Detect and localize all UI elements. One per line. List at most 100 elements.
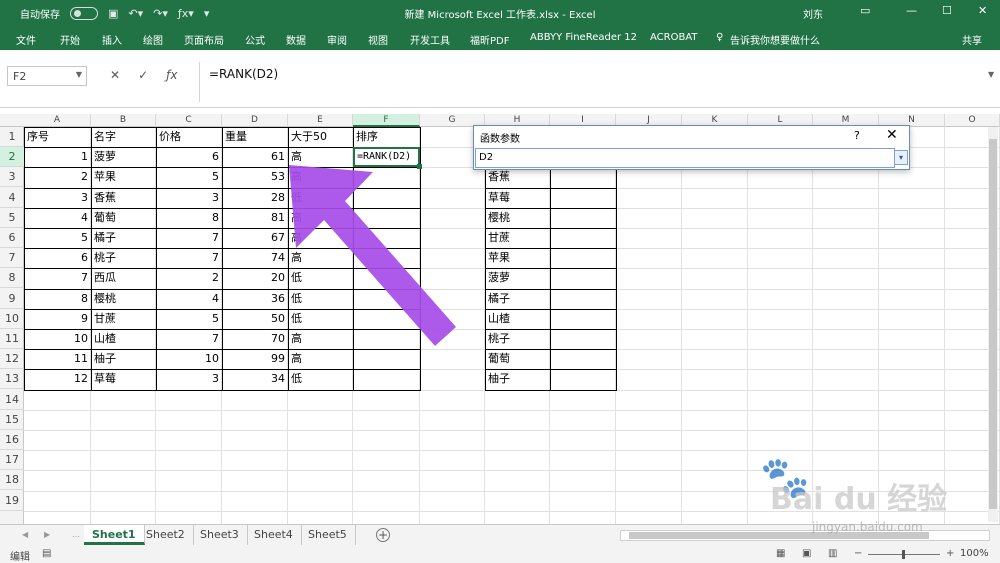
row-header-4[interactable]: 4 [0, 188, 24, 208]
table-cell[interactable]: 高 [288, 147, 353, 167]
table-cell[interactable]: 3 [24, 188, 91, 208]
side-list-item[interactable]: 甘蔗 [485, 228, 550, 248]
table-cell[interactable]: 5 [24, 228, 91, 248]
table-cell[interactable]: 高 [288, 167, 353, 187]
ribbon-display-icon[interactable]: ▭ [860, 4, 870, 17]
table-cell[interactable]: 99 [222, 349, 288, 369]
table-cell[interactable]: 7 [156, 228, 222, 248]
table-cell[interactable]: 36 [222, 289, 288, 309]
table-cell[interactable]: 葡萄 [91, 208, 156, 228]
table-header-cell[interactable]: 序号 [24, 127, 91, 147]
row-header-2[interactable]: 2 [0, 147, 24, 168]
sheet-tab-2[interactable]: Sheet2 [138, 525, 194, 545]
table-header-cell[interactable]: 排序 [353, 127, 420, 147]
tab-draw[interactable]: 绘图 [143, 32, 163, 47]
table-cell[interactable]: 桃子 [91, 248, 156, 268]
row-header-18[interactable]: 18 [0, 470, 24, 491]
tab-acrobat[interactable]: ACROBAT [650, 32, 698, 43]
table-cell[interactable]: 2 [156, 268, 222, 288]
table-cell[interactable]: 1 [24, 147, 91, 167]
tab-view[interactable]: 视图 [368, 32, 388, 47]
table-cell[interactable]: 70 [222, 329, 288, 349]
side-list-item[interactable]: 香蕉 [485, 167, 550, 187]
chevron-down-icon[interactable]: ▼ [76, 70, 82, 79]
close-icon[interactable]: ✕ [978, 4, 987, 17]
cancel-icon[interactable]: ✕ [110, 68, 120, 82]
table-cell[interactable]: 10 [156, 349, 222, 369]
row-header-19[interactable]: 19 [0, 491, 24, 511]
table-cell[interactable]: 10 [24, 329, 91, 349]
table-cell[interactable]: 低 [288, 309, 353, 329]
table-cell[interactable]: 20 [222, 268, 288, 288]
active-cell-f2[interactable]: =RANK(D2) [353, 147, 422, 169]
tab-developer[interactable]: 开发工具 [410, 32, 450, 47]
share-button[interactable]: 共享 [962, 32, 982, 47]
function-arguments-dialog[interactable]: 函数参数 ? ✕ D2 ▾ [473, 125, 910, 170]
table-cell[interactable]: 高 [288, 329, 353, 349]
row-header-7[interactable]: 7 [0, 248, 24, 269]
table-cell[interactable]: 7 [24, 268, 91, 288]
side-list-item[interactable]: 桃子 [485, 329, 550, 349]
horizontal-scrollbar[interactable] [620, 530, 990, 541]
zoom-level[interactable]: 100% [960, 548, 989, 559]
table-cell[interactable]: 53 [222, 167, 288, 187]
table-cell[interactable]: 5 [156, 167, 222, 187]
insert-function-icon[interactable]: ƒx [166, 68, 177, 82]
table-cell[interactable]: 5 [156, 309, 222, 329]
page-layout-view-icon[interactable]: ▣ [802, 548, 811, 559]
sheet-menu-icon[interactable]: … [72, 530, 80, 539]
row-header-12[interactable]: 12 [0, 349, 24, 370]
table-cell[interactable]: 高 [288, 349, 353, 369]
table-cell[interactable]: 34 [222, 369, 288, 389]
table-cell[interactable]: 61 [222, 147, 288, 167]
maximize-icon[interactable]: ☐ [942, 4, 952, 17]
table-cell[interactable]: 苹果 [91, 167, 156, 187]
table-header-cell[interactable]: 价格 [156, 127, 222, 147]
dialog-ref-input[interactable]: D2 [475, 148, 895, 168]
row-header-15[interactable]: 15 [0, 410, 24, 430]
side-list-item[interactable]: 柚子 [485, 369, 550, 389]
table-cell[interactable]: 低 [288, 268, 353, 288]
row-header-11[interactable]: 11 [0, 329, 24, 349]
table-cell[interactable]: 高 [288, 248, 353, 268]
table-cell[interactable]: 28 [222, 188, 288, 208]
table-cell[interactable]: 西瓜 [91, 268, 156, 288]
table-cell[interactable]: 7 [156, 329, 222, 349]
zoom-out-icon[interactable]: − [854, 548, 862, 559]
table-header-cell[interactable]: 重量 [222, 127, 288, 147]
table-cell[interactable]: 67 [222, 228, 288, 248]
sheet-tab-3[interactable]: Sheet3 [192, 525, 248, 545]
side-list-item[interactable]: 葡萄 [485, 349, 550, 369]
sheet-tab-5[interactable]: Sheet5 [300, 525, 356, 545]
row-header-10[interactable]: 10 [0, 309, 24, 329]
table-cell[interactable]: 柚子 [91, 349, 156, 369]
tell-me-search[interactable]: 告诉我你想要做什么 [730, 32, 820, 47]
row-header-3[interactable]: 3 [0, 167, 24, 188]
row-header-13[interactable]: 13 [0, 369, 24, 390]
table-cell[interactable]: 草莓 [91, 369, 156, 389]
name-box[interactable]: F2 ▼ [7, 66, 87, 86]
row-header-6[interactable]: 6 [0, 228, 24, 248]
formula-input[interactable]: =RANK(D2) [209, 67, 278, 81]
tab-formulas[interactable]: 公式 [245, 32, 265, 47]
page-break-view-icon[interactable]: ▥ [828, 548, 837, 559]
table-cell[interactable]: 高 [288, 208, 353, 228]
expand-formula-icon[interactable]: ▼ [988, 70, 994, 79]
table-cell[interactable]: 山楂 [91, 329, 156, 349]
side-list-item[interactable]: 橘子 [485, 289, 550, 309]
table-cell[interactable]: 6 [24, 248, 91, 268]
column-header-a[interactable]: A [24, 114, 91, 127]
normal-view-icon[interactable]: ▦ [776, 548, 785, 559]
table-cell[interactable]: 低 [288, 289, 353, 309]
table-cell[interactable]: 甘蔗 [91, 309, 156, 329]
table-cell[interactable]: 74 [222, 248, 288, 268]
tab-insert[interactable]: 插入 [102, 32, 122, 47]
tab-home[interactable]: 开始 [60, 32, 80, 47]
column-header-c[interactable]: C [156, 114, 222, 127]
table-cell[interactable]: 低 [288, 369, 353, 389]
table-cell[interactable]: 高 [288, 228, 353, 248]
table-cell[interactable]: 12 [24, 369, 91, 389]
table-cell[interactable]: 6 [156, 147, 222, 167]
row-header-17[interactable]: 17 [0, 450, 24, 471]
row-header-8[interactable]: 8 [0, 268, 24, 289]
